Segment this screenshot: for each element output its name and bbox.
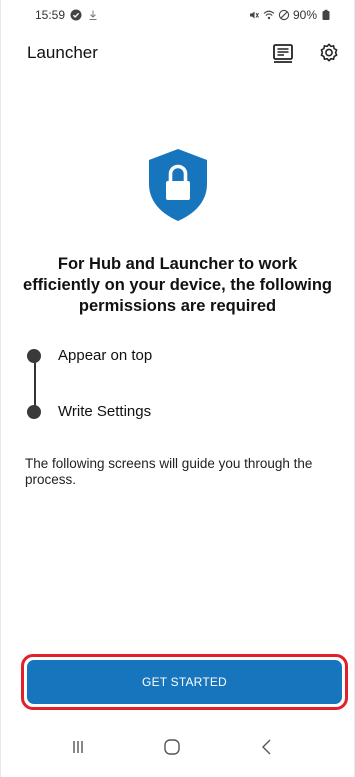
permission-item: Appear on top <box>27 347 152 364</box>
cta-highlight: GET STARTED <box>21 654 348 710</box>
permission-label: Appear on top <box>58 347 153 364</box>
recents-icon[interactable] <box>66 735 90 759</box>
permission-item: Write Settings <box>27 403 151 420</box>
shield-lock-icon <box>148 149 207 221</box>
wifi-icon <box>263 10 275 20</box>
news-icon[interactable] <box>272 42 294 64</box>
app-bar: Launcher <box>1 36 354 70</box>
step-dot <box>27 404 41 419</box>
screen: 15:59 90% Launcher For Hub and Launcher … <box>0 0 355 777</box>
home-icon[interactable] <box>160 735 184 759</box>
battery-icon <box>322 9 330 20</box>
status-time: 15:59 <box>35 8 66 22</box>
app-title: Launcher <box>27 43 98 62</box>
app-actions <box>272 42 340 64</box>
system-nav-bar <box>1 722 354 777</box>
get-started-button[interactable]: GET STARTED <box>27 660 342 704</box>
check-circle-icon <box>70 9 82 21</box>
permission-steps: Appear on top Write Settings <box>27 343 334 423</box>
status-bar: 15:59 90% <box>1 0 354 30</box>
do-not-disturb-icon <box>278 9 290 21</box>
settings-icon[interactable] <box>318 42 340 64</box>
hero <box>1 148 354 222</box>
mute-icon <box>249 11 259 19</box>
permissions-headline: For Hub and Launcher to work efficiently… <box>23 255 332 315</box>
status-right: 90% <box>248 8 332 22</box>
download-icon <box>89 10 97 20</box>
guide-note: The following screens will guide you thr… <box>25 456 313 487</box>
back-icon[interactable] <box>255 735 279 759</box>
step-dot <box>27 348 41 363</box>
permission-label: Write Settings <box>58 403 152 420</box>
status-left: 15:59 <box>35 8 99 22</box>
battery-percent: 90% <box>292 8 317 22</box>
